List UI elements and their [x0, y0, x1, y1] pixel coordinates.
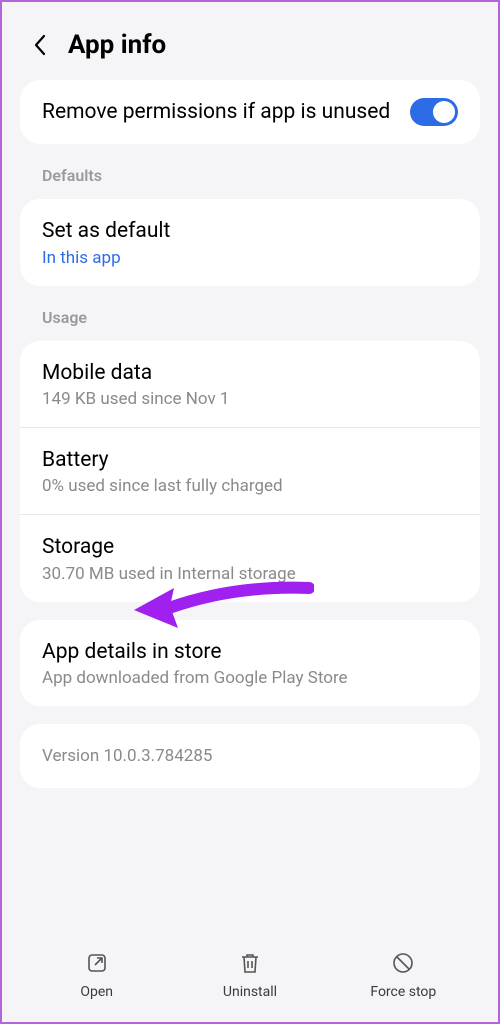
force-stop-button[interactable]: Force stop — [327, 950, 480, 1000]
mobile-data-subtitle: 149 KB used since Nov 1 — [42, 389, 458, 409]
storage-row[interactable]: Storage 30.70 MB used in Internal storag… — [20, 515, 480, 601]
page-title: App info — [68, 30, 166, 60]
trash-icon — [237, 950, 263, 976]
app-details-label: App details in store — [42, 638, 458, 666]
defaults-card: Set as default In this app — [20, 199, 480, 285]
usage-card: Mobile data 149 KB used since Nov 1 Batt… — [20, 341, 480, 602]
battery-subtitle: 0% used since last fully charged — [42, 476, 458, 496]
defaults-section-label: Defaults — [20, 162, 480, 199]
open-icon — [84, 950, 110, 976]
version-card: Version 10.0.3.784285 — [20, 724, 480, 788]
remove-permissions-toggle[interactable] — [410, 98, 458, 126]
remove-permissions-label: Remove permissions if app is unused — [42, 98, 394, 126]
storage-subtitle: 30.70 MB used in Internal storage — [42, 564, 458, 584]
force-stop-label: Force stop — [370, 984, 436, 1000]
app-details-row[interactable]: App details in store App downloaded from… — [20, 620, 480, 706]
store-card: App details in store App downloaded from… — [20, 620, 480, 706]
set-as-default-row[interactable]: Set as default In this app — [20, 199, 480, 285]
force-stop-icon — [390, 950, 416, 976]
remove-permissions-row[interactable]: Remove permissions if app is unused — [20, 80, 480, 144]
open-label: Open — [80, 984, 113, 1000]
chevron-left-icon — [33, 34, 47, 56]
battery-label: Battery — [42, 446, 458, 474]
version-text: Version 10.0.3.784285 — [20, 724, 480, 788]
app-details-subtitle: App downloaded from Google Play Store — [42, 668, 458, 688]
uninstall-label: Uninstall — [223, 984, 277, 1000]
permissions-card: Remove permissions if app is unused — [20, 80, 480, 144]
back-button[interactable] — [30, 35, 50, 55]
usage-section-label: Usage — [20, 304, 480, 341]
set-as-default-label: Set as default — [42, 217, 458, 245]
toggle-knob — [433, 101, 455, 123]
mobile-data-label: Mobile data — [42, 359, 458, 387]
open-button[interactable]: Open — [20, 950, 173, 1000]
storage-label: Storage — [42, 533, 458, 561]
uninstall-button[interactable]: Uninstall — [173, 950, 326, 1000]
set-as-default-subtitle: In this app — [42, 248, 458, 268]
header: App info — [20, 20, 480, 80]
bottom-nav: Open Uninstall Force stop — [20, 936, 480, 1004]
battery-row[interactable]: Battery 0% used since last fully charged — [20, 428, 480, 515]
mobile-data-row[interactable]: Mobile data 149 KB used since Nov 1 — [20, 341, 480, 428]
